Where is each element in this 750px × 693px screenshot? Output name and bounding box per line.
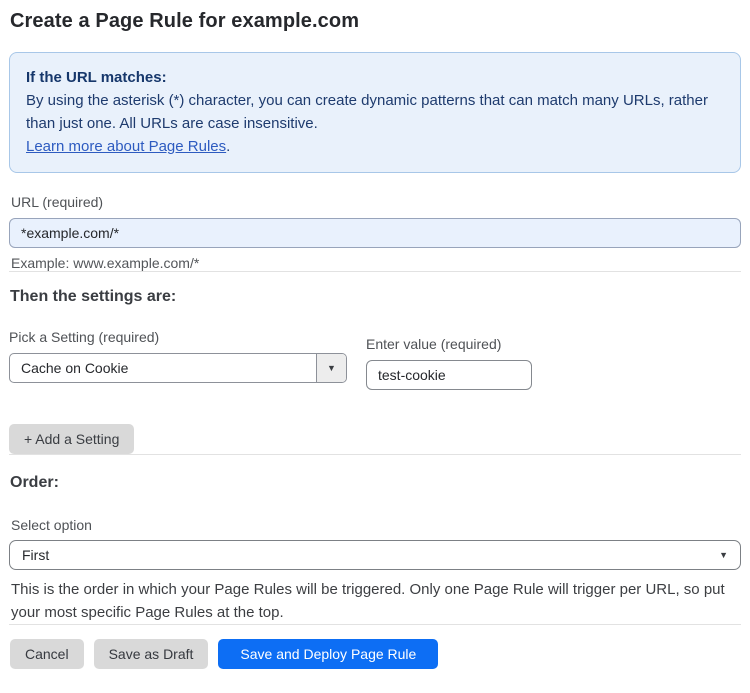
setting-picker-column: Pick a Setting (required) Cache on Cooki… [9,329,347,390]
divider [9,271,741,272]
create-page-rule-form: Create a Page Rule for example.com If th… [0,0,750,669]
setting-select[interactable]: Cache on Cookie ▼ [9,353,347,383]
save-as-draft-button[interactable]: Save as Draft [93,639,209,669]
info-box-heading: If the URL matches: [26,69,167,86]
chevron-down-icon: ▼ [719,549,728,560]
link-suffix: . [226,138,231,155]
setting-value-column: Enter value (required) [366,336,532,390]
learn-more-link[interactable]: Learn more about Page Rules [26,138,226,155]
order-helper-text: This is the order in which your Page Rul… [11,581,725,621]
page-title: Create a Page Rule for example.com [10,10,360,32]
add-setting-button[interactable]: + Add a Setting [9,424,135,454]
order-select-value: First [22,547,50,563]
settings-row: Pick a Setting (required) Cache on Cooki… [9,329,741,390]
url-input[interactable] [9,218,741,248]
url-field-label: URL (required) [11,194,104,210]
url-example-helper: Example: www.example.com/* [11,255,200,271]
info-box-body: By using the asterisk (*) character, you… [26,92,708,132]
order-section-heading: Order: [10,474,59,491]
url-match-info-box: If the URL matches: By using the asteris… [9,52,741,173]
setting-value-input[interactable] [366,360,532,390]
setting-picker-label: Pick a Setting (required) [9,329,160,345]
order-select-label: Select option [11,517,92,533]
cancel-button[interactable]: Cancel [10,639,84,669]
setting-value-label: Enter value (required) [366,336,502,352]
setting-select-arrow-button[interactable]: ▼ [316,354,346,382]
save-and-deploy-button[interactable]: Save and Deploy Page Rule [218,639,439,669]
order-select[interactable]: First ▼ [9,540,741,570]
form-actions: Cancel Save as Draft Save and Deploy Pag… [9,639,741,669]
settings-section-heading: Then the settings are: [10,288,177,305]
divider [9,624,741,625]
chevron-down-icon: ▼ [327,362,336,373]
setting-select-value: Cache on Cookie [21,360,129,376]
info-box-link-line: Learn more about Page Rules. [26,135,724,158]
divider [9,454,741,455]
